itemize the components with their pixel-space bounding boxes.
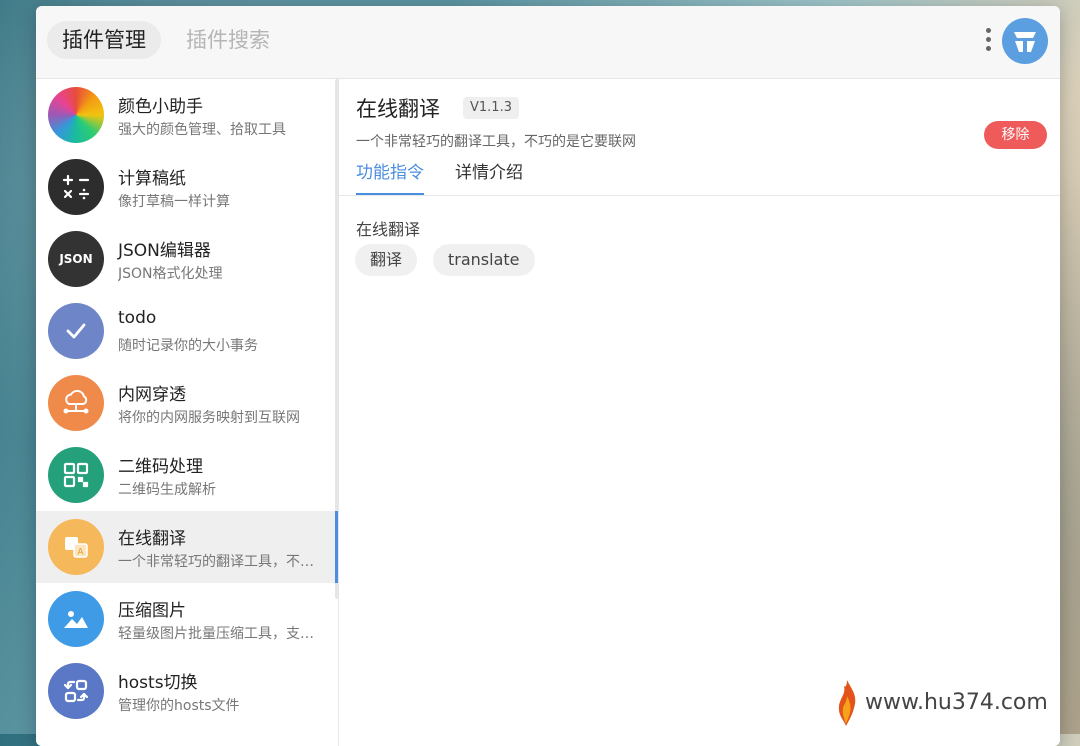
more-vertical-icon[interactable] (985, 28, 993, 56)
list-item-todo[interactable]: todo 随时记录你的大小事务 (36, 295, 335, 367)
command-chip-fanyi[interactable]: 翻译 (355, 244, 418, 276)
item-desc: 管理你的hosts文件 (118, 698, 240, 714)
item-name: 内网穿透 (118, 385, 186, 405)
remove-button[interactable]: 移除 (984, 121, 1047, 149)
translate-icon: A (48, 519, 104, 575)
svg-text:A: A (77, 548, 84, 558)
list-item-compress-image[interactable]: 压缩图片 轻量级图片批量压缩工具，支持多种格式 (36, 583, 335, 655)
list-item-hosts-switch[interactable]: hosts切换 管理你的hosts文件 (36, 655, 335, 727)
list-item-qrcode[interactable]: 二维码处理 二维码生成解析 (36, 439, 335, 511)
top-bar: 插件管理 插件搜索 (36, 6, 1060, 79)
item-desc: 一个非常轻巧的翻译工具，不巧的是它要联网 (118, 554, 326, 570)
json-icon-text: JSON (59, 252, 93, 266)
item-desc: 像打草稿一样计算 (118, 194, 230, 210)
item-desc: 轻量级图片批量压缩工具，支持多种格式 (118, 626, 326, 642)
detail-tabs: 功能指令 详情介绍 (339, 159, 1060, 196)
version-badge: V1.1.3 (463, 97, 519, 119)
item-name: hosts切换 (118, 673, 198, 693)
flame-icon (838, 680, 856, 726)
list-item-json-editor[interactable]: JSON JSON编辑器 JSON格式化处理 (36, 223, 335, 295)
qrcode-icon (48, 447, 104, 503)
item-name: 在线翻译 (118, 529, 186, 549)
json-icon: JSON (48, 231, 104, 287)
list-item-color-helper[interactable]: 颜色小助手 强大的颜色管理、拾取工具 (36, 79, 335, 151)
tab-plugin-manage[interactable]: 插件管理 (47, 21, 161, 59)
tab-commands[interactable]: 功能指令 (356, 159, 424, 195)
tab-details[interactable]: 详情介绍 (455, 159, 523, 193)
item-desc: 强大的颜色管理、拾取工具 (118, 122, 286, 138)
item-name: JSON编辑器 (118, 241, 211, 261)
calculator-icon (48, 159, 104, 215)
cloud-network-icon (48, 375, 104, 431)
item-name: todo (118, 308, 157, 328)
command-chip-translate[interactable]: translate (433, 244, 535, 276)
section-title: 在线翻译 (356, 220, 421, 239)
plugin-list: 颜色小助手 强大的颜色管理、拾取工具 计算稿纸 像打草稿一样计算 JSON JS… (36, 79, 339, 746)
color-wheel-icon (48, 87, 104, 143)
list-item-translate[interactable]: A 在线翻译 一个非常轻巧的翻译工具，不巧的是它要联网 (36, 511, 338, 583)
item-name: 压缩图片 (118, 601, 186, 621)
tab-plugin-search[interactable]: 插件搜索 (186, 21, 270, 59)
plugin-manager-window: 插件管理 插件搜索 颜色小助手 强大的颜色管理、拾取工具 计算稿纸 像打草稿一样… (36, 6, 1060, 746)
item-desc: 随时记录你的大小事务 (118, 338, 258, 354)
item-name: 颜色小助手 (118, 97, 203, 117)
item-desc: JSON格式化处理 (118, 266, 223, 282)
item-name: 计算稿纸 (118, 169, 186, 189)
app-logo-icon[interactable] (1002, 18, 1048, 64)
plugin-description: 一个非常轻巧的翻译工具，不巧的是它要联网 (356, 134, 636, 150)
watermark-text: www.hu374.com (865, 690, 1048, 715)
item-desc: 将你的内网服务映射到互联网 (118, 410, 300, 426)
page-title: 在线翻译 (356, 97, 440, 121)
item-name: 二维码处理 (118, 457, 203, 477)
watermark: www.hu374.com (808, 670, 1060, 734)
check-icon (48, 303, 104, 359)
plugin-detail: 在线翻译 V1.1.3 一个非常轻巧的翻译工具，不巧的是它要联网 移除 功能指令… (339, 79, 1060, 746)
image-icon (48, 591, 104, 647)
item-desc: 二维码生成解析 (118, 482, 216, 498)
list-item-calculator[interactable]: 计算稿纸 像打草稿一样计算 (36, 151, 335, 223)
switch-icon (48, 663, 104, 719)
list-item-tunnel[interactable]: 内网穿透 将你的内网服务映射到互联网 (36, 367, 335, 439)
